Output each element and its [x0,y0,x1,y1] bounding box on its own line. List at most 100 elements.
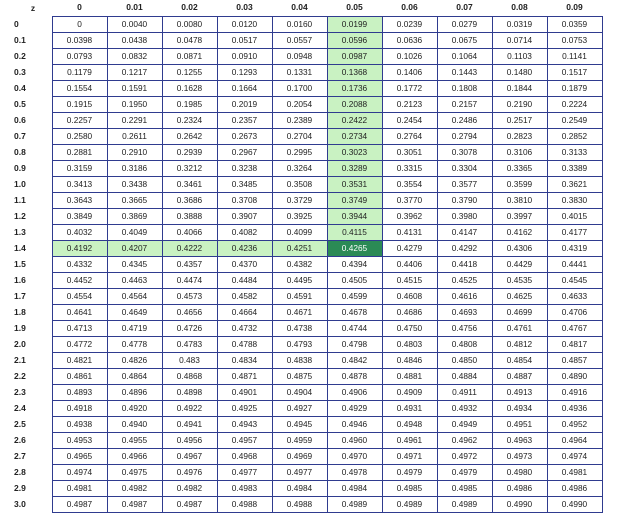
table-cell: 0.2642 [161,127,218,145]
table-cell: 0.4927 [271,399,328,417]
table-cell: 0.4901 [216,383,273,401]
table-cell: 0.4162 [491,223,548,241]
table-row: 2.8 0.4974 0.4975 0.4976 0.4977 0.4977 0.4978 0… [14,463,603,481]
table-cell: 0.4732 [216,319,273,337]
table-cell: 0.4893 [51,383,108,401]
table-cell: 0.4778 [106,335,163,353]
row-header: 1.7 [14,290,26,301]
table-cell: 0.4977 [216,463,273,481]
table-cell: 0.2939 [161,143,218,161]
table-cell: 0.0040 [106,15,163,33]
table-cell: 0.4969 [271,447,328,465]
table-cell: 0.3925 [271,207,328,225]
table-cell: 0.4793 [271,335,328,353]
row-header: 1.3 [14,226,26,237]
table-cell: 0.4961 [381,431,438,449]
table-cell: 0.4719 [106,319,163,337]
table-cell: 0.4049 [106,223,163,241]
table-cell: 0.2967 [216,143,273,161]
table-cell: 0.3315 [381,159,438,177]
column-header: 0.06 [401,2,418,13]
table-cell: 0.2123 [381,95,438,113]
table-cell: 0.4788 [216,335,273,353]
table-cell: 0.1443 [436,63,493,81]
table-cell: 0.4985 [381,479,438,497]
table-cell: 0.1808 [436,79,493,97]
table-cell: 0.1255 [161,63,218,81]
table-cell: 0.3531 [326,175,383,193]
table-body: 0 0 0.0040 0.0080 0.0120 0.0160 0.0199 0.0239 0.… [14,15,603,513]
table-cell: 0.4972 [436,447,493,465]
table-cell: 0.4850 [436,351,493,369]
table-cell: 0.4974 [51,463,108,481]
table-cell: 0.4988 [216,495,273,513]
table-cell: 0.3849 [51,207,108,225]
table-cell: 0.4941 [161,415,218,433]
column-header: 0.05 [346,2,363,13]
table-cell: 0.0871 [161,47,218,65]
table-cell: 0.4946 [326,415,383,433]
table-cell: 0.2291 [106,111,163,129]
table-row: 2.9 0.4981 0.4982 0.4982 0.4983 0.4984 0.4984 0… [14,479,603,497]
table-cell: 0.3413 [51,175,108,193]
row-header: 1.8 [14,306,26,317]
table-cell: 0.1141 [546,47,603,65]
table-cell: 0.4525 [436,271,493,289]
row-header: 1.5 [14,258,26,269]
column-header: 0.01 [126,2,143,13]
table-cell: 0.4115 [326,223,383,241]
table-cell: 0.4881 [381,367,438,385]
table-cell: 0.4963 [491,431,548,449]
column-header: 0.02 [181,2,198,13]
table-cell: 0.4978 [326,463,383,481]
table-cell: 0.4904 [271,383,328,401]
table-cell: 0.4968 [216,447,273,465]
corner-label: z [30,2,36,13]
table-cell: 0.0793 [51,47,108,65]
table-cell: 0.4854 [491,351,548,369]
table-cell: 0.4956 [161,431,218,449]
table-cell: 0.1664 [216,79,273,97]
table-cell: 0.4699 [491,303,548,321]
table-cell: 0.4962 [436,431,493,449]
table-cell: 0.2517 [491,111,548,129]
table-cell: 0.2088 [326,95,383,113]
table-cell: 0.4772 [51,335,108,353]
table-cell: 0.4990 [546,495,603,513]
column-header: 0 [77,2,82,13]
table-cell: 0.4671 [271,303,328,321]
table-cell: 0.1736 [326,79,383,97]
table-cell: 0.4236 [216,239,273,257]
table-row: 0 0 0.0040 0.0080 0.0120 0.0160 0.0199 0.0239 0.… [14,15,603,33]
table-cell: 0.4940 [106,415,163,433]
table-row: 1.5 0.4332 0.4345 0.4357 0.4370 0.4382 0.4394 0… [14,255,603,273]
table-cell: 0.1331 [271,63,328,81]
table-cell: 0.4066 [161,223,218,241]
table-cell: 0.4292 [436,239,493,257]
table-cell: 0.3686 [161,191,218,209]
table-cell: 0.4678 [326,303,383,321]
table-cell: 0.1915 [51,95,108,113]
table-cell: 0.4948 [381,415,438,433]
table-cell: 0.4984 [326,479,383,497]
table-row: 0.7 0.2580 0.2611 0.2642 0.2673 0.2704 0.2734 0… [14,127,603,145]
table-cell: 0.3944 [326,207,383,225]
table-cell: 0.4985 [436,479,493,497]
table-cell: 0.4979 [436,463,493,481]
table-cell: 0.3304 [436,159,493,177]
table-cell: 0.4864 [106,367,163,385]
table-cell: 0.4265 [326,239,383,257]
table-cell: 0.1700 [271,79,328,97]
table-row: 0.8 0.2881 0.2910 0.2939 0.2967 0.2995 0.3023 0… [14,143,603,161]
table-cell: 0.1950 [106,95,163,113]
table-cell: 0.2910 [106,143,163,161]
table-cell: 0.1554 [51,79,108,97]
table-cell: 0.4871 [216,367,273,385]
table-cell: 0.4925 [216,399,273,417]
table-cell: 0.4812 [491,335,548,353]
table-cell: 0.4599 [326,287,383,305]
table-cell: 0.3238 [216,159,273,177]
table-cell: 0.3264 [271,159,328,177]
table-cell: 0.4706 [546,303,603,321]
table-cell: 0.4986 [491,479,548,497]
